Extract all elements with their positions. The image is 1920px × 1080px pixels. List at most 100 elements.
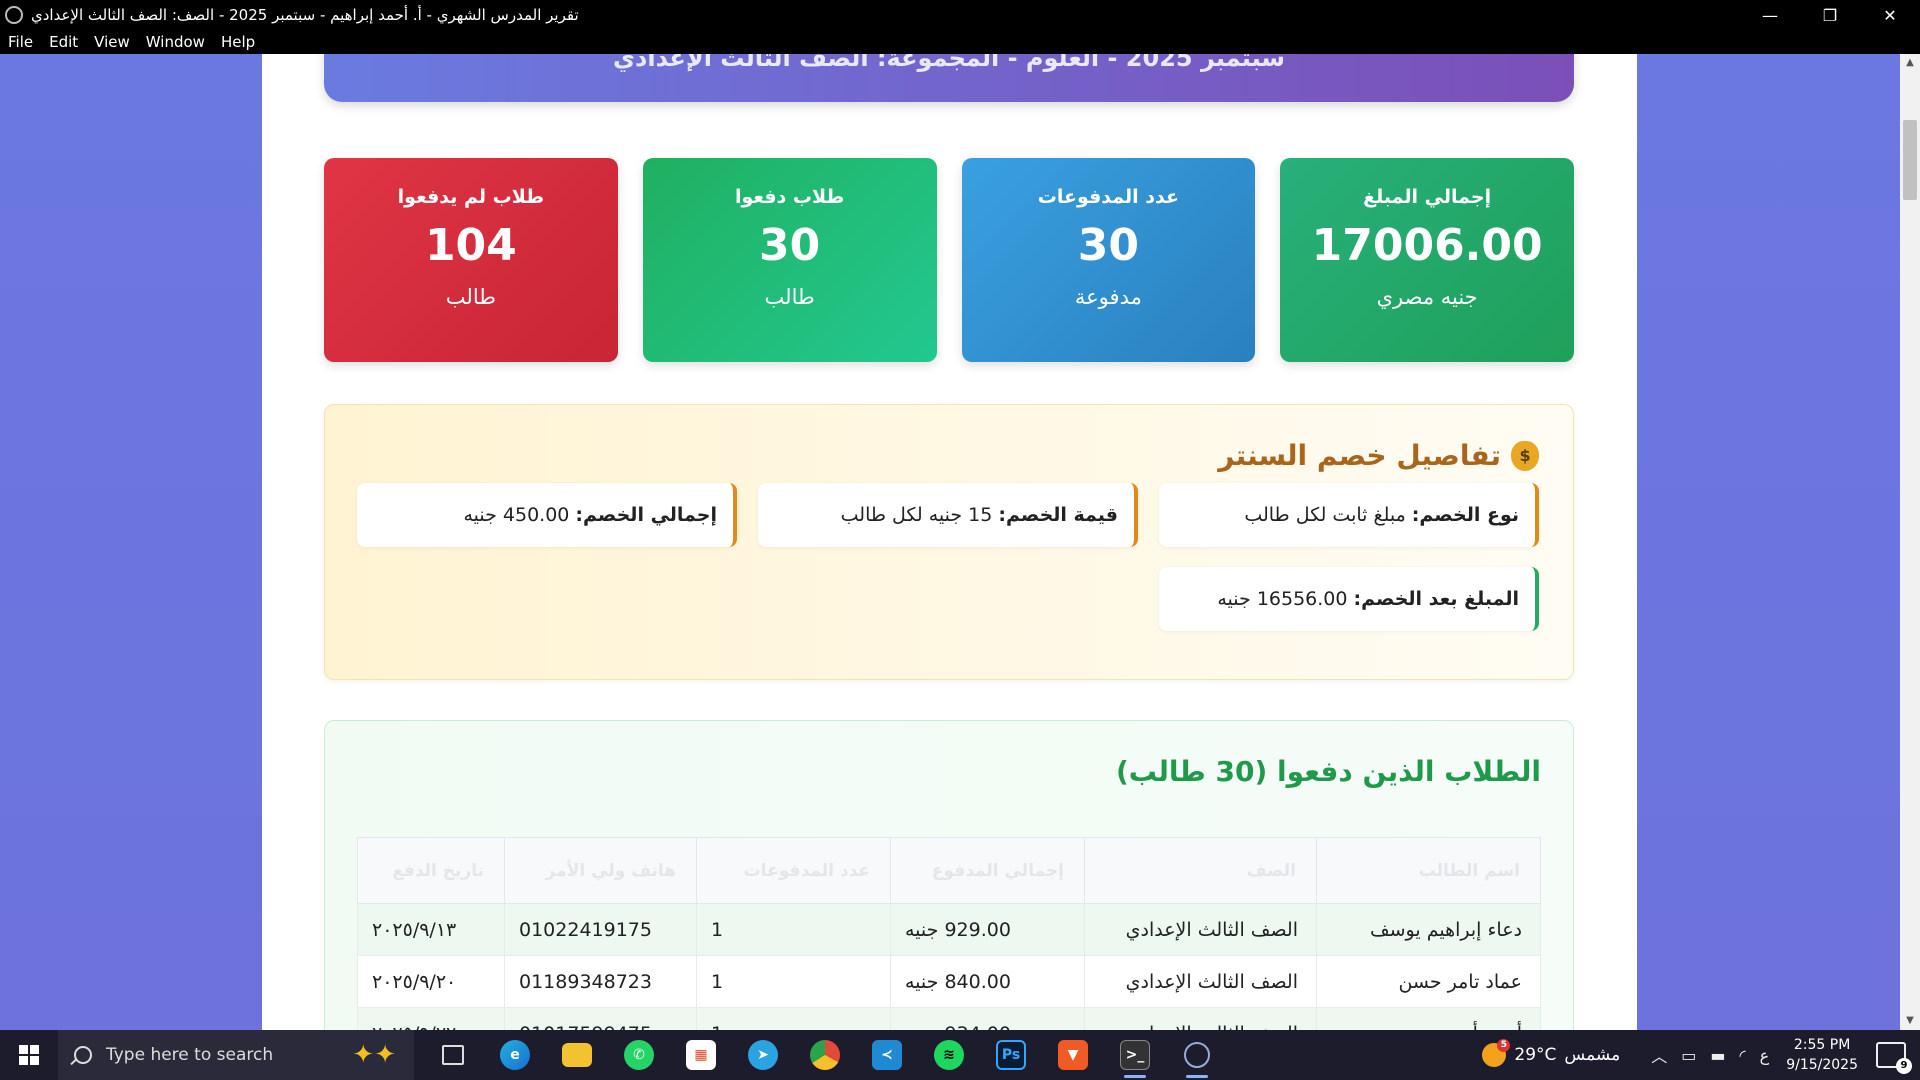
battery-icon[interactable]: ▬ [1710, 1046, 1725, 1065]
table-row[interactable]: عماد تامر حسن الصف الثالث الإعدادي 840.0… [357, 955, 1541, 1008]
meet-now-icon[interactable]: ▭ [1681, 1046, 1696, 1065]
stat-card-students-unpaid: طلاب لم يدفعوا 104 طالب [324, 158, 618, 362]
app-electron-icon[interactable] [1166, 1030, 1228, 1080]
discount-type-value: مبلغ ثابت لكل طالب [1244, 504, 1406, 526]
stat-card-students-paid: طلاب دفعوا 30 طالب [642, 158, 937, 362]
stat-card-label: طلاب لم يدفعوا [397, 186, 545, 208]
column-header-total-paid[interactable]: إجمالي المدفوع [890, 837, 1085, 904]
stat-card-unit: جنيه مصري [1376, 285, 1478, 309]
content-viewport: سبتمبر 2025 - العلوم - المجموعة: الصف ال… [0, 54, 1900, 1030]
cell-name: عماد تامر حسن [1316, 955, 1541, 1008]
stat-card-value: 30 [759, 220, 821, 271]
discount-total-box: إجمالي الخصم: 450.00 جنيه [357, 483, 737, 547]
cell-payment-date: ٢٠٢٥/٩/١٣ [357, 903, 505, 956]
photoshop-icon[interactable]: Ps [980, 1030, 1042, 1080]
chevron-up-icon[interactable]: ︿ [1651, 1043, 1667, 1067]
title-bar: تقرير المدرس الشهري - أ. أحمد إبراهيم - … [0, 0, 1920, 30]
cell-total-paid: 840.00 جنيه [890, 955, 1085, 1008]
notification-icon[interactable]: 9 [1876, 1042, 1912, 1074]
amount-after-discount-label: المبلغ بعد الخصم: [1353, 588, 1520, 610]
scroll-up-arrow-icon[interactable]: ▲ [1900, 54, 1920, 72]
task-view-icon[interactable] [422, 1030, 484, 1080]
menu-window[interactable]: Window [138, 33, 213, 51]
cell-parent-phone: 01189348723 [504, 955, 697, 1008]
scrollbar-thumb[interactable] [1903, 120, 1917, 200]
cell-payment-date: ٢٠٢٥/٩/٢٢ [357, 1007, 505, 1030]
wifi-icon[interactable]: ◜ [1739, 1046, 1745, 1065]
column-header-name[interactable]: اسم الطالب [1316, 837, 1541, 904]
stat-card-value: 30 [1077, 220, 1139, 271]
paid-students-title: الطلاب الذين دفعوا (30 طالب) [1115, 755, 1541, 788]
money-bag-icon: $ [1511, 440, 1539, 471]
table-row[interactable]: دعاء إبراهيم يوسف الصف الثالث الإعدادي 9… [357, 903, 1541, 956]
terminal-icon[interactable]: >_ [1104, 1030, 1166, 1080]
discount-title-text: تفاصيل خصم السنتر [1218, 439, 1501, 472]
clock-date: 9/15/2025 [1786, 1057, 1858, 1073]
vertical-scrollbar[interactable]: ▲ ▼ [1900, 54, 1920, 1030]
stat-card-payments-count: عدد المدفوعات 30 مدفوعة [961, 158, 1256, 362]
spotify-icon[interactable]: ≋ [918, 1030, 980, 1080]
stat-card-value: 17006.00 [1311, 220, 1543, 271]
cell-name: أحمد أحمد [1316, 1007, 1541, 1030]
taskbar-apps: e ✆ ▦ ➤ ≺ ≋ Ps ▼ >_ [422, 1030, 1228, 1080]
start-button[interactable] [0, 1030, 58, 1080]
stat-card-unit: طالب [764, 285, 815, 309]
telegram-icon[interactable]: ➤ [732, 1030, 794, 1080]
column-header-grade[interactable]: الصف [1084, 837, 1317, 904]
restore-button[interactable]: ❐ [1800, 0, 1860, 30]
input-language[interactable]: ع [1760, 1046, 1770, 1065]
search-icon [74, 1046, 92, 1064]
scroll-down-arrow-icon[interactable]: ▼ [1900, 1012, 1920, 1030]
paid-students-table: اسم الطالب الصف إجمالي المدفوع عدد المدف… [357, 837, 1541, 1030]
paid-students-section: الطلاب الذين دفعوا (30 طالب) اسم الطالب … [324, 720, 1574, 1030]
search-placeholder: Type here to search [106, 1045, 274, 1065]
chrome-icon[interactable] [794, 1030, 856, 1080]
column-header-payments-count[interactable]: عدد المدفوعات [696, 837, 891, 904]
amount-after-discount-value: 16556.00 جنيه [1217, 588, 1348, 610]
clock[interactable]: 2:55 PM 9/15/2025 [1786, 1035, 1858, 1075]
edge-browser-icon[interactable]: e [484, 1030, 546, 1080]
menu-file[interactable]: File [0, 33, 41, 51]
cell-payments-count: 1 [696, 903, 891, 956]
table-row[interactable]: أحمد أحمد الصف الثالث الإعدادي 934.00 جن… [357, 1007, 1541, 1030]
window-title: تقرير المدرس الشهري - أ. أحمد إبراهيم - … [31, 6, 579, 24]
column-header-parent-phone[interactable]: هاتف ولي الأمر [504, 837, 697, 904]
vscode-icon[interactable]: ≺ [856, 1030, 918, 1080]
app-icon [5, 6, 23, 24]
system-tray: 5 29°C مشمس ︿ ▭ ▬ ◜ ع 2:55 PM 9/15/2025 … [1482, 1030, 1920, 1080]
discount-value-label: قيمة الخصم: [998, 504, 1118, 526]
cell-payments-count: 1 [696, 955, 891, 1008]
table-header-row: اسم الطالب الصف إجمالي المدفوع عدد المدف… [357, 837, 1541, 904]
file-explorer-icon[interactable] [546, 1030, 608, 1080]
weather-widget[interactable]: 5 29°C مشمس [1482, 1039, 1621, 1067]
sparkle-icon[interactable]: ✦✦ [352, 1040, 396, 1070]
cell-parent-phone: 01022419175 [504, 903, 697, 956]
taskbar-search[interactable]: Type here to search ✦✦ [58, 1030, 414, 1080]
discount-value-box: قيمة الخصم: 15 جنيه لكل طالب [758, 483, 1138, 547]
windows-logo-icon [19, 1045, 39, 1065]
cell-parent-phone: 01017599475 [504, 1007, 697, 1030]
column-header-payment-date[interactable]: تاريخ الدفع [357, 837, 505, 904]
stat-card-label: إجمالي المبلغ [1363, 186, 1492, 208]
menu-help[interactable]: Help [213, 33, 263, 51]
cell-total-paid: 934.00 جنيه [890, 1007, 1085, 1030]
weather-text: مشمس [1564, 1045, 1621, 1065]
microsoft-store-icon[interactable]: ▦ [670, 1030, 732, 1080]
discount-total-value: 450.00 جنيه [463, 504, 570, 526]
whatsapp-icon[interactable]: ✆ [608, 1030, 670, 1080]
report-container: سبتمبر 2025 - العلوم - المجموعة: الصف ال… [262, 54, 1637, 1030]
weather-sun-icon: 5 [1482, 1039, 1511, 1067]
cell-grade: الصف الثالث الإعدادي [1084, 1007, 1317, 1030]
discount-type-box: نوع الخصم: مبلغ ثابت لكل طالب [1159, 483, 1539, 547]
brave-icon[interactable]: ▼ [1042, 1030, 1104, 1080]
discount-value-value: 15 جنيه لكل طالب [840, 504, 993, 526]
menu-view[interactable]: View [86, 33, 138, 51]
minimize-button[interactable]: — [1740, 0, 1800, 30]
clock-time: 2:55 PM [1793, 1037, 1851, 1053]
stat-card-unit: مدفوعة [1074, 285, 1142, 309]
stat-card-label: عدد المدفوعات [1037, 186, 1179, 208]
menu-edit[interactable]: Edit [41, 33, 86, 51]
close-button[interactable]: ✕ [1860, 0, 1920, 30]
discount-total-label: إجمالي الخصم: [575, 504, 717, 526]
discount-type-label: نوع الخصم: [1411, 504, 1519, 526]
